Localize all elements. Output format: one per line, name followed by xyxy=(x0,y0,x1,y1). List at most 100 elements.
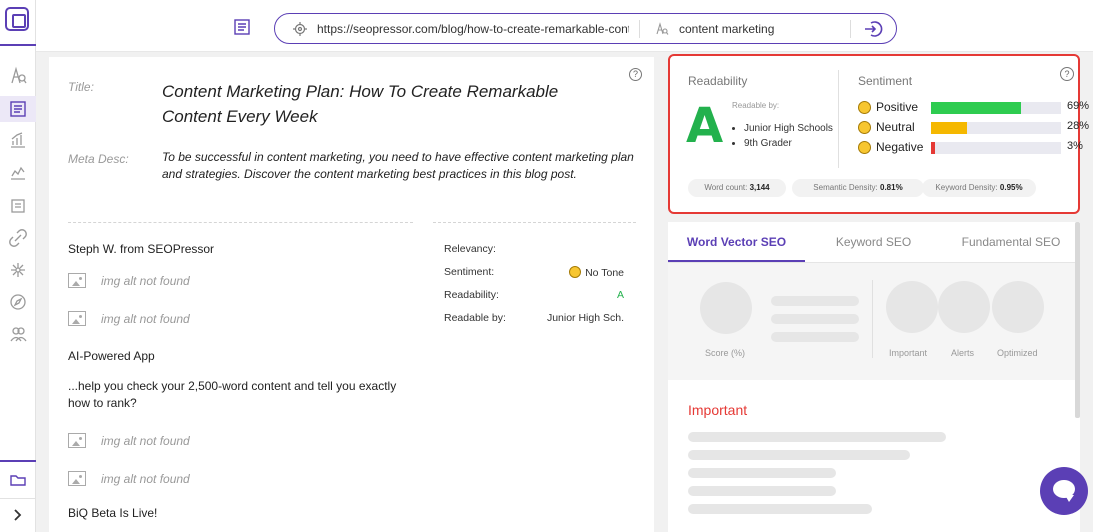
image-alt-text: img alt not found xyxy=(101,312,190,326)
important-heading: Important xyxy=(688,402,748,418)
chat-bubble-icon[interactable] xyxy=(1040,467,1088,515)
section-stats: Relevancy: Sentiment: No Tone Readabilit… xyxy=(444,243,624,335)
content-paragraph: ...help you check your 2,500-word conten… xyxy=(68,379,397,410)
document-scan-icon[interactable] xyxy=(233,18,251,36)
sentiment-bar-fill xyxy=(931,142,935,154)
sentiment-row-negative: Negative 3% xyxy=(858,140,1090,156)
sentiment-percent: 69% xyxy=(1067,100,1090,112)
keyword-research-icon[interactable] xyxy=(8,66,28,86)
important-placeholder xyxy=(886,281,938,333)
sentiment-value: No Tone xyxy=(585,267,624,279)
sentiment-percent: 28% xyxy=(1067,120,1090,132)
sentiment-bar-fill xyxy=(931,102,1021,114)
image-alt-text: img alt not found xyxy=(101,472,190,486)
app-logo-icon[interactable] xyxy=(5,7,29,31)
link-icon[interactable] xyxy=(8,228,28,248)
sentiment-percent: 3% xyxy=(1067,140,1083,152)
image-alt-item: img alt not found xyxy=(68,471,418,489)
score-placeholder xyxy=(700,282,752,334)
stat-label: Readability: xyxy=(444,289,499,301)
stat-value: Junior High Sch. xyxy=(546,312,624,324)
neutral-face-icon xyxy=(858,121,871,134)
submit-arrow-icon[interactable] xyxy=(863,19,883,39)
metric-label: Keyword Density: xyxy=(935,183,998,192)
metric-value: 3,144 xyxy=(749,183,770,192)
alerts-label: Alerts xyxy=(951,348,975,358)
stat-value: No Tone xyxy=(569,266,624,279)
image-placeholder-icon xyxy=(68,273,86,288)
happy-face-icon xyxy=(858,101,871,114)
metric-label: Semantic Density: xyxy=(813,183,878,192)
alerts-placeholder xyxy=(938,281,990,333)
score-label: Score (%) xyxy=(705,348,746,358)
network-icon[interactable] xyxy=(8,260,28,280)
keyword-input[interactable]: content marketing xyxy=(679,22,774,36)
readability-heading: Readability xyxy=(688,74,748,88)
card-divider xyxy=(838,70,839,168)
stat-sentiment: Sentiment: No Tone xyxy=(444,266,624,289)
help-icon[interactable]: ? xyxy=(629,68,642,81)
content-heading: AI-Powered App xyxy=(68,349,155,363)
content-outline: Steph W. from SEOPressor img alt not fou… xyxy=(68,242,418,520)
folder-icon[interactable] xyxy=(8,470,28,490)
sentiment-label: Negative xyxy=(876,140,924,154)
semantic-density-pill: Semantic Density: 0.81% xyxy=(792,179,924,197)
content-analysis-icon[interactable] xyxy=(8,99,28,119)
optimized-label: Optimized xyxy=(997,348,1038,358)
skeleton-bar xyxy=(688,504,872,514)
rank-tracking-icon[interactable] xyxy=(8,130,28,150)
help-icon[interactable]: ? xyxy=(1060,67,1074,81)
url-input[interactable]: https://seopressor.com/blog/how-to-creat… xyxy=(317,22,629,36)
tab-word-vector-seo[interactable]: Word Vector SEO xyxy=(668,222,805,262)
image-alt-text: img alt not found xyxy=(101,434,190,448)
readability-sentiment-card: Readability A Readable by: Junior High S… xyxy=(668,54,1089,214)
seo-panel: Word Vector SEO Keyword SEO Fundamental … xyxy=(668,222,1080,532)
tab-keyword-seo[interactable]: Keyword SEO xyxy=(805,222,942,262)
document-icon[interactable] xyxy=(8,196,28,216)
url-keyword-search-bar: https://seopressor.com/blog/how-to-creat… xyxy=(274,13,897,44)
metric-value: 0.81% xyxy=(880,183,903,192)
rail-divider xyxy=(0,44,36,46)
metric-label: Word count: xyxy=(704,183,748,192)
seo-score-skeleton: Score (%) Important Alerts Optimized xyxy=(668,263,1080,380)
sad-face-icon xyxy=(858,141,871,154)
image-placeholder-icon xyxy=(68,433,86,448)
important-label: Important xyxy=(889,348,928,358)
word-count-pill: Word count: 3,144 xyxy=(688,179,786,197)
skeleton-bar xyxy=(688,432,946,442)
title-label: Title: xyxy=(68,80,94,94)
image-alt-item: img alt not found xyxy=(68,311,418,329)
top-bar: https://seopressor.com/blog/how-to-creat… xyxy=(36,0,1093,52)
keyword-density-pill: Keyword Density: 0.95% xyxy=(922,179,1036,197)
neutral-face-icon xyxy=(569,266,582,278)
image-placeholder-icon xyxy=(68,311,86,326)
expand-chevron-icon[interactable] xyxy=(8,505,28,525)
content-heading: BiQ Beta Is Live! xyxy=(68,506,158,520)
stat-relevancy: Relevancy: xyxy=(444,243,624,266)
author-line: Steph W. from SEOPressor xyxy=(68,242,215,256)
sentiment-bar-track xyxy=(931,102,1061,114)
sentiment-row-positive: Positive 69% xyxy=(858,100,1090,116)
sentiment-label: Positive xyxy=(876,100,919,114)
team-icon[interactable] xyxy=(8,324,28,344)
skeleton-bar xyxy=(688,468,836,478)
intelligence-icon[interactable] xyxy=(8,162,28,182)
readable-by-label: Readable by: xyxy=(732,101,780,110)
optimized-placeholder xyxy=(992,281,1044,333)
sentiment-bar-track xyxy=(931,122,1061,134)
skeleton-bar xyxy=(771,296,859,306)
search-divider-2 xyxy=(850,20,851,38)
section-divider-right xyxy=(433,222,636,223)
meta-description: To be successful in content marketing, y… xyxy=(162,150,634,181)
stat-label: Relevancy: xyxy=(444,243,496,255)
stat-label: Readable by: xyxy=(444,312,506,324)
tab-fundamental-seo[interactable]: Fundamental SEO xyxy=(942,222,1080,262)
sentiment-bar-track xyxy=(931,142,1061,154)
target-icon xyxy=(293,22,307,36)
skeleton-bar xyxy=(688,486,836,496)
readability-levels: Junior High Schools 9th Grader xyxy=(734,121,834,151)
compass-icon[interactable] xyxy=(8,292,28,312)
meta-desc-label: Meta Desc: xyxy=(68,152,129,166)
seo-panel-scrollbar[interactable] xyxy=(1075,222,1080,418)
content-panel: Title: Content Marketing Plan: How To Cr… xyxy=(49,57,654,532)
